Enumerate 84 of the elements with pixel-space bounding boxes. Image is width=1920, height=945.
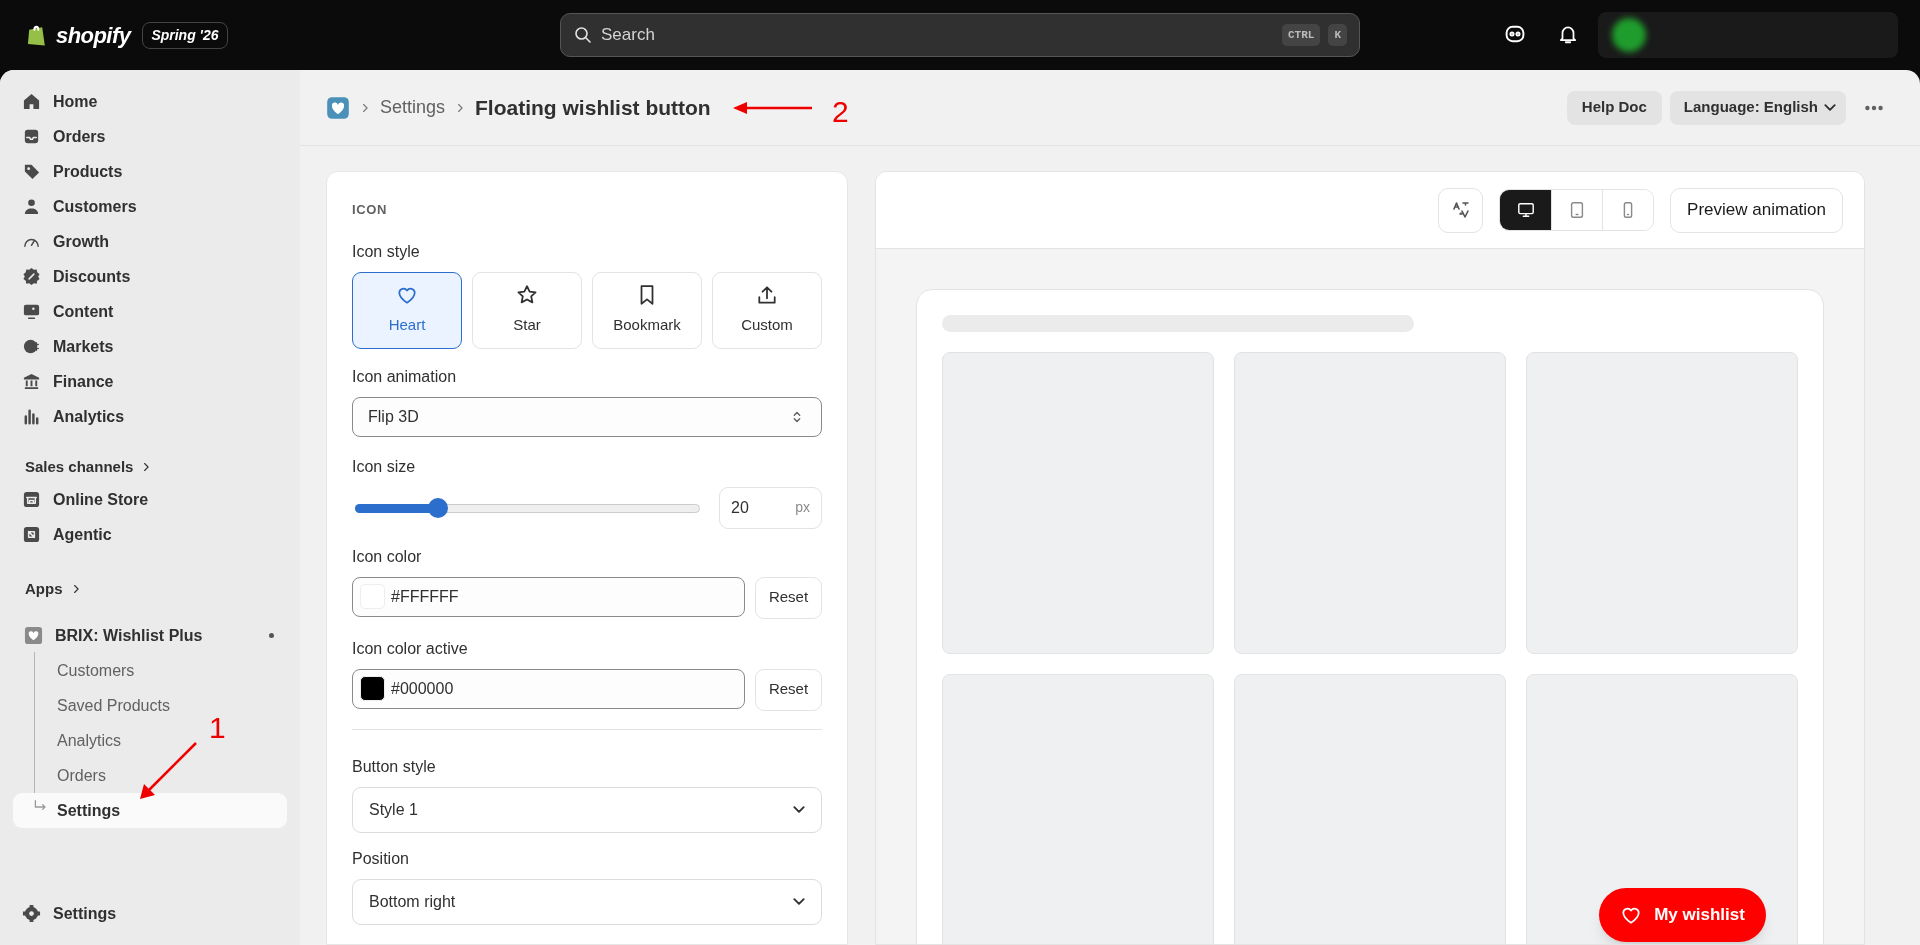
app-subitem[interactable]: Orders <box>13 758 112 793</box>
tray-icon <box>22 127 41 146</box>
nav-item[interactable]: Customers <box>0 189 300 224</box>
nav-item[interactable]: Online Store <box>0 482 300 517</box>
slider-thumb[interactable] <box>427 497 448 518</box>
search-input[interactable]: Search <box>601 22 1274 48</box>
device-toggle[interactable] <box>1602 190 1654 230</box>
monitor-image-icon <box>22 302 41 321</box>
preview-animation-button[interactable]: Preview animation <box>1670 187 1843 233</box>
nav-item[interactable]: Finance <box>0 364 300 399</box>
annotation-number: 2 <box>832 94 849 130</box>
size-input[interactable]: 20 px <box>719 486 822 529</box>
tag-icon <box>22 162 41 181</box>
icon-style-option[interactable]: Star <box>472 271 582 349</box>
help-doc-button[interactable]: Help Doc <box>1566 90 1662 125</box>
section-heading[interactable]: Sales channels <box>0 452 300 482</box>
position-select[interactable]: Bottom right <box>352 878 822 925</box>
section-heading[interactable]: Apps <box>0 574 300 604</box>
monitor-icon <box>1516 201 1535 219</box>
bar-chart-icon <box>22 407 41 426</box>
nav-item[interactable]: Products <box>0 154 300 189</box>
store-icon <box>22 490 41 509</box>
logo-text: shopify <box>56 21 131 50</box>
nav-item[interactable]: Orders <box>0 119 300 154</box>
nav-item[interactable]: Content <box>0 294 300 329</box>
translate-icon <box>1450 200 1471 220</box>
search-icon <box>573 25 593 45</box>
size-slider[interactable] <box>355 497 700 518</box>
app-subitem[interactable]: Saved Products <box>13 688 176 723</box>
field-label: Position <box>352 848 410 869</box>
app-item[interactable]: BRIX: Wishlist Plus <box>0 618 300 653</box>
translate-button[interactable] <box>1438 187 1484 233</box>
field-label: Icon color active <box>352 638 469 659</box>
person-icon <box>22 197 41 216</box>
page-title: Floating wishlist button <box>475 94 711 121</box>
button-style-select[interactable]: Style 1 <box>352 786 822 833</box>
shortcut-key: CTRL <box>1282 23 1321 47</box>
nav-item[interactable]: Settings <box>0 896 300 931</box>
chevron-down-icon <box>1824 104 1836 111</box>
bank-icon <box>22 372 41 391</box>
app-subitem[interactable]: Analytics <box>13 723 128 758</box>
nav-item[interactable]: Analytics <box>0 399 300 434</box>
unit-label: px <box>795 498 810 517</box>
nav-item[interactable]: Markets <box>0 329 300 364</box>
reset-button[interactable]: Reset <box>755 668 822 711</box>
section-title: ICON <box>352 201 389 219</box>
shortcut-key: K <box>1328 23 1347 47</box>
app-subitem[interactable]: Customers <box>13 653 141 688</box>
annotation-number: 1 <box>209 710 226 746</box>
breadcrumb-link[interactable]: Settings <box>380 94 446 121</box>
field-label: Icon size <box>352 456 417 477</box>
nav-item[interactable]: Growth <box>0 224 300 259</box>
avatar <box>1612 18 1646 52</box>
animation-select[interactable]: Flip 3D <box>352 396 822 437</box>
color-field[interactable]: #FFFFFF <box>352 576 745 617</box>
device-toggle[interactable] <box>1500 190 1552 230</box>
heart-app-icon <box>24 626 43 645</box>
badge-percent-icon <box>22 267 41 286</box>
field-label: Button style <box>352 756 437 777</box>
icon-style-option[interactable]: Bookmark <box>592 271 702 349</box>
settings-icon <box>22 904 41 923</box>
language-dropdown[interactable]: Language: English <box>1669 90 1846 125</box>
edition-badge: Spring '26 <box>142 21 228 49</box>
nav-item[interactable]: Home <box>0 84 300 119</box>
star-icon <box>516 283 538 306</box>
nav-item[interactable]: Agentic <box>0 517 300 552</box>
color-field[interactable]: #000000 <box>352 668 745 709</box>
color-swatch[interactable] <box>360 676 385 701</box>
annotation-arrow <box>140 742 197 799</box>
icon-style-option[interactable]: Custom <box>712 271 822 349</box>
field-label: Icon animation <box>352 366 458 387</box>
chevron-down-icon <box>793 898 805 905</box>
field-label: Icon color <box>352 546 423 567</box>
app-subitem[interactable]: Settings <box>13 793 287 828</box>
chevron-down-icon <box>793 806 805 813</box>
field-label: Icon style <box>352 241 421 262</box>
account-placeholder[interactable] <box>1598 12 1898 58</box>
reset-button[interactable]: Reset <box>755 576 822 619</box>
heart-app-icon <box>326 95 350 120</box>
wishlist-button[interactable]: My wishlist <box>1599 888 1766 942</box>
nav-item[interactable]: Discounts <box>0 259 300 294</box>
home-icon <box>22 92 41 111</box>
icon-style-option[interactable]: Heart <box>352 271 462 349</box>
search-field[interactable]: Search CTRL K <box>560 13 1360 57</box>
